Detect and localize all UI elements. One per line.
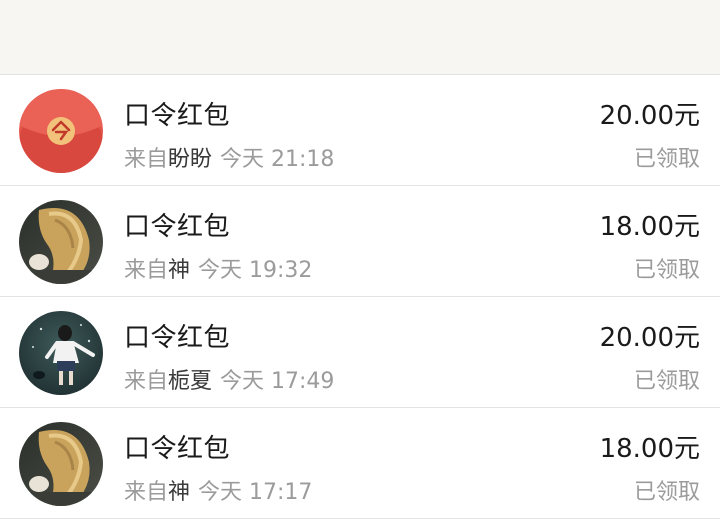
user-avatar-blonde [19,422,103,506]
item-amount: 18.00元 [599,434,700,464]
sender-name: 盼盼 [168,147,213,172]
item-status: 已领取 [633,480,700,505]
red-packet-list: 口令红包 来自盼盼 今天 21:18 20.00元 已领取 口令红包 来自神 今… [0,75,720,519]
from-prefix: 来自 [124,480,169,505]
list-item[interactable]: 口令红包 来自盼盼 今天 21:18 20.00元 已领取 [0,75,720,186]
item-amount: 20.00元 [599,101,700,131]
item-time: 今天 17:17 [198,480,313,505]
item-subtitle: 来自栀夏 今天 17:49 [124,363,334,395]
item-title: 口令红包 [124,323,231,353]
item-status: 已领取 [633,147,700,172]
item-time: 今天 19:32 [198,258,313,283]
item-status: 已领取 [633,258,700,283]
item-subtitle: 来自神 今天 17:17 [124,474,312,506]
list-item[interactable]: 口令红包 来自神 今天 19:32 18.00元 已领取 [0,186,720,297]
item-title: 口令红包 [124,212,231,242]
user-avatar-blonde [19,200,103,284]
item-title: 口令红包 [124,101,231,131]
list-item[interactable]: 口令红包 来自栀夏 今天 17:49 20.00元 已领取 [0,297,720,408]
item-subtitle: 来自神 今天 19:32 [124,252,312,284]
sender-name: 神 [168,480,191,505]
from-prefix: 来自 [124,369,169,394]
item-time: 今天 17:49 [220,369,335,394]
from-prefix: 来自 [124,258,169,283]
item-subtitle: 来自盼盼 今天 21:18 [124,141,334,173]
sender-name: 神 [168,258,191,283]
top-bar [0,0,720,75]
item-title: 口令红包 [124,434,231,464]
item-status: 已领取 [633,369,700,394]
list-item[interactable]: 口令红包 来自神 今天 17:17 18.00元 已领取 [0,408,720,519]
user-avatar-girl [19,311,103,395]
item-amount: 20.00元 [599,323,700,353]
from-prefix: 来自 [124,147,169,172]
red-packet-icon [19,89,103,173]
item-amount: 18.00元 [599,212,700,242]
sender-name: 栀夏 [168,369,213,394]
item-time: 今天 21:18 [220,147,335,172]
